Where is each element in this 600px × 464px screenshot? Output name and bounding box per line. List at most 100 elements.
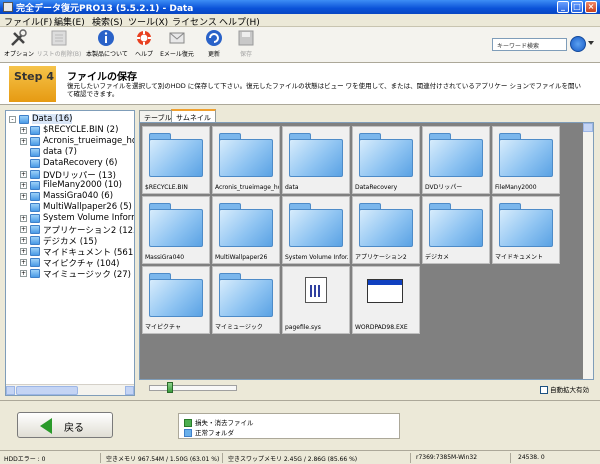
chevron-down-icon[interactable]: [588, 41, 594, 45]
keyword-search-input[interactable]: キーワード検索: [492, 38, 567, 51]
expand-icon[interactable]: +: [20, 127, 27, 134]
app-icon: [3, 2, 13, 12]
legend-box: 損失・消去ファイル 正常フォルダ: [178, 413, 400, 439]
tree-item-label: デジカメ (15): [43, 237, 98, 247]
thumbnail-item[interactable]: デジカメ: [422, 196, 490, 264]
thumbnail-item[interactable]: アプリケーション2: [352, 196, 420, 264]
back-button[interactable]: 戻る: [17, 412, 113, 438]
thumbnail-label: data: [285, 184, 299, 191]
help-button[interactable]: ヘルプ: [132, 29, 156, 61]
list-delete-button[interactable]: リストの削除(B): [36, 29, 82, 61]
folder-icon: [30, 269, 40, 278]
thumbnail-item[interactable]: MultiWallpaper26: [212, 196, 280, 264]
zoom-slider-track[interactable]: [149, 385, 237, 391]
maximize-button[interactable]: □: [571, 1, 583, 13]
thumbnail-item[interactable]: WORDPAD98.EXE: [352, 266, 420, 334]
back-arrow-icon: [40, 418, 52, 434]
thumbnail-label: アプリケーション2: [355, 254, 407, 261]
minimize-button[interactable]: _: [557, 1, 569, 13]
scroll-thumb[interactable]: [16, 386, 78, 395]
floppy-icon: [238, 30, 254, 46]
folder-icon: [30, 159, 40, 168]
thumbnail-item[interactable]: マイドキュメント: [492, 196, 560, 264]
folder-icon: [219, 273, 273, 317]
tree-item-label: マイミュージック (27): [43, 270, 131, 280]
folder-icon: [30, 181, 40, 190]
thumbnail-item[interactable]: FileMany2000: [492, 126, 560, 194]
thumbnail-item[interactable]: pagefile.sys: [282, 266, 350, 334]
folder-tree[interactable]: + マイミュージック (27) + マイピクチャ (104) + マイドキュメント (56…: [5, 110, 135, 396]
tree-item-label: DVDリッパー (13): [43, 171, 116, 181]
thumbnail-item[interactable]: $RECYCLE.BIN: [142, 126, 210, 194]
status-count: 24538. 0: [518, 454, 545, 461]
window-title: 完全データ復元PRO13 (5.5.2.1) - Data: [16, 4, 194, 14]
tree-item-label: data (7): [43, 147, 77, 157]
tree-horizontal-scrollbar[interactable]: [6, 384, 134, 395]
update-button[interactable]: 更新: [202, 29, 226, 61]
tree-item-label: FileMany2000 (10): [43, 180, 122, 190]
tab-thumbnail[interactable]: サムネイル: [171, 109, 216, 122]
thumbnail-vertical-scrollbar[interactable]: [583, 123, 593, 379]
folder-icon: [499, 133, 553, 177]
tree-item-label: MultiWallpaper26 (5): [43, 202, 132, 212]
expand-icon[interactable]: +: [20, 171, 27, 178]
thumbnail-item[interactable]: Acronis_trueimage_hdd...: [212, 126, 280, 194]
thumbnail-item[interactable]: System Volume Infor...: [282, 196, 350, 264]
lifebuoy-icon: [137, 31, 151, 45]
folder-icon: [30, 247, 40, 256]
scroll-right-arrow[interactable]: [125, 386, 134, 395]
folder-icon: [149, 133, 203, 177]
save-button[interactable]: 保存: [234, 29, 258, 61]
expand-icon[interactable]: +: [20, 248, 27, 255]
expand-icon[interactable]: +: [20, 270, 27, 277]
thumbnail-item[interactable]: data: [282, 126, 350, 194]
folder-icon: [30, 192, 40, 201]
autozoom-checkbox[interactable]: 自動拡大有効: [540, 384, 589, 394]
status-free-swap: 空きスワップメモリ 2.45G / 2.86G (85.66 %): [228, 456, 358, 463]
step-badge: Step 4: [9, 66, 56, 102]
scroll-left-arrow[interactable]: [6, 386, 15, 395]
checkbox-box[interactable]: [540, 386, 548, 394]
folder-icon: [499, 203, 553, 247]
tree-item-label: アプリケーション2 (125): [43, 226, 135, 236]
collapse-icon[interactable]: -: [9, 116, 16, 123]
expand-icon[interactable]: +: [20, 215, 27, 222]
expand-icon[interactable]: +: [20, 138, 27, 145]
scroll-up-arrow[interactable]: [583, 123, 593, 132]
expand-icon[interactable]: +: [20, 237, 27, 244]
folder-icon: [429, 203, 483, 247]
expand-icon[interactable]: +: [20, 182, 27, 189]
zoom-slider-knob[interactable]: [166, 382, 173, 393]
thumbnail-item[interactable]: マイピクチャ: [142, 266, 210, 334]
thumbnail-label: マイミュージック: [215, 324, 263, 331]
title-bar: 完全データ復元PRO13 (5.5.2.1) - Data _ □ ×: [0, 0, 600, 14]
thumbnail-grid[interactable]: $RECYCLE.BIN Acronis_trueimage_hdd... data…: [139, 122, 594, 380]
folder-icon: [289, 203, 343, 247]
about-button[interactable]: 本製品について: [86, 29, 128, 61]
thumbnail-label: デジカメ: [425, 254, 450, 261]
thumbnail-item[interactable]: DVDリッパー: [422, 126, 490, 194]
email-restore-button[interactable]: Eメール復元: [160, 29, 194, 61]
thumbnail-item[interactable]: マイミュージック: [212, 266, 280, 334]
expand-icon[interactable]: +: [20, 259, 27, 266]
folder-icon: [30, 214, 40, 223]
tree-item-label: System Volume Informa: [43, 213, 135, 223]
expand-icon[interactable]: +: [20, 193, 27, 200]
folder-icon: [30, 225, 40, 234]
thumbnail-item[interactable]: MassiGra040: [142, 196, 210, 264]
status-hdd-error: HDDエラー : 0: [4, 456, 46, 463]
search-icon[interactable]: [570, 36, 586, 52]
normal-folder-icon: [184, 429, 192, 437]
step-title: ファイルの保存: [67, 72, 137, 83]
close-button[interactable]: ×: [585, 1, 597, 13]
legend-normal-folders: 正常フォルダ: [184, 427, 234, 437]
options-button[interactable]: オプション: [4, 29, 34, 61]
tree-item-label: Data (16): [32, 114, 73, 124]
thumbnail-item[interactable]: DataRecovery: [352, 126, 420, 194]
thumbnail-label: $RECYCLE.BIN: [145, 184, 188, 191]
tree-item-label: マイドキュメント (561): [43, 248, 135, 258]
thumbnail-label: マイドキュメント: [495, 254, 544, 261]
menu-bar: ファイル(F) 編集(E) 検索(S) ツール(X) ライセンス ヘルプ(H): [0, 14, 600, 28]
expand-icon[interactable]: +: [20, 226, 27, 233]
folder-icon: [30, 137, 40, 146]
